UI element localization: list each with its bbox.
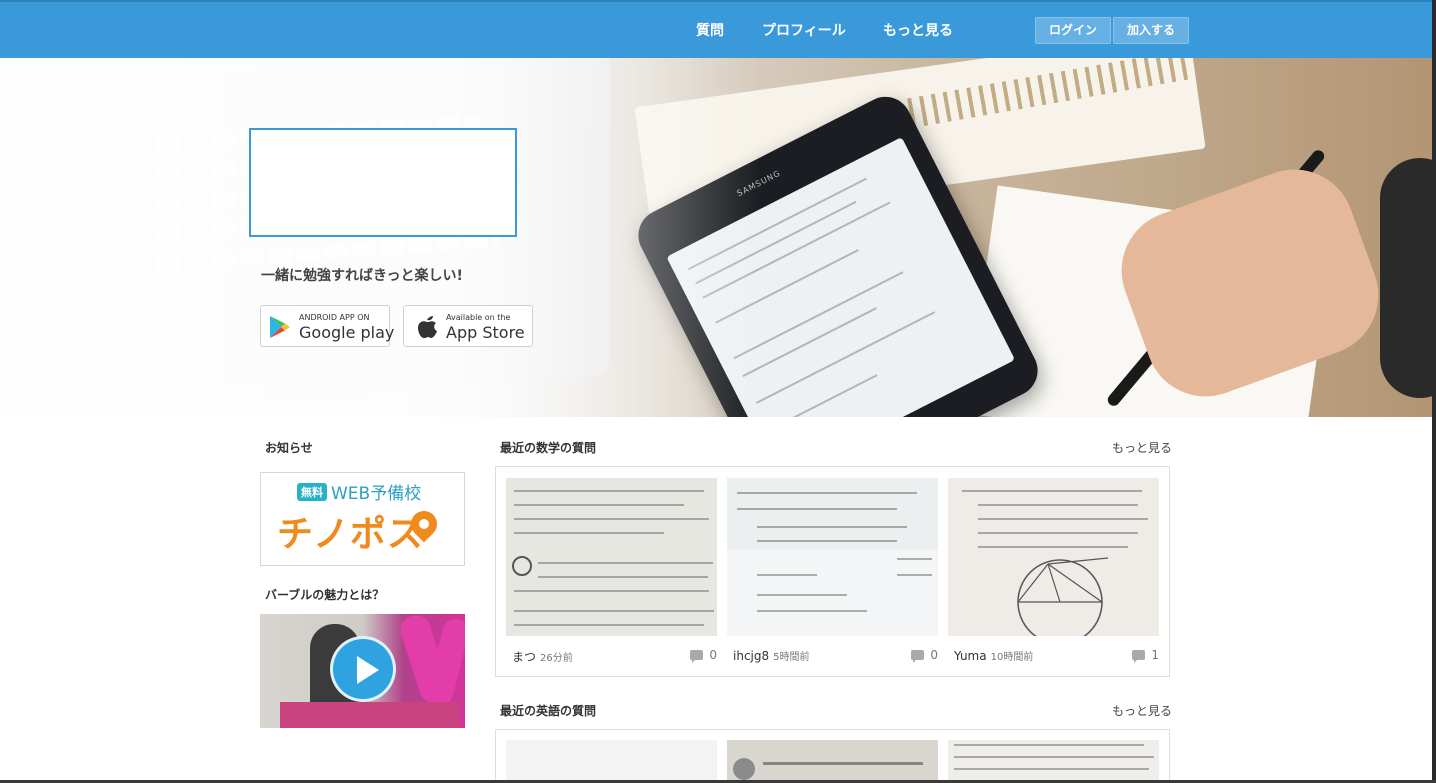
- play-icon[interactable]: [330, 636, 396, 702]
- question-time: 10時間前: [990, 652, 1034, 663]
- comment-icon: [911, 650, 925, 663]
- question-image[interactable]: [948, 478, 1159, 636]
- google-play-button[interactable]: ANDROID APP ON Google play: [260, 305, 394, 347]
- geometry-figure: [1017, 557, 1109, 636]
- hero-banner: SAMSUNG: [0, 58, 1436, 417]
- english-question-grid: [495, 729, 1170, 783]
- google-play-icon: [270, 316, 290, 338]
- question-author: Yuma 10時間前: [954, 649, 1034, 663]
- question-image[interactable]: [506, 740, 717, 783]
- google-play-small-text: ANDROID APP ON: [299, 313, 370, 322]
- question-author: まつ 26分前: [512, 650, 573, 664]
- answer-count[interactable]: 0: [911, 648, 938, 663]
- site-logo-placeholder: [249, 128, 517, 237]
- app-store-small-text: Available on the: [446, 313, 511, 322]
- question-image[interactable]: [727, 478, 938, 636]
- notice-title: お知らせ: [265, 441, 313, 455]
- login-button[interactable]: ログイン: [1035, 17, 1112, 44]
- window-edge: [1432, 0, 1436, 783]
- banner-main-text: チノポス: [277, 514, 424, 555]
- question-author: ihcjg8 5時間前: [733, 649, 810, 663]
- english-section-title: 最近の英語の質問: [500, 704, 597, 718]
- question-time: 5時間前: [773, 652, 810, 663]
- hero-fade-overlay: [0, 58, 760, 417]
- math-question-grid: まつ 26分前 0 ihcjg8 5時間前 0 Yuma 10時間前 1: [495, 466, 1170, 677]
- question-time: 26分前: [540, 653, 573, 664]
- chinopos-banner[interactable]: 無料 WEB予備校 チノポス: [260, 472, 465, 566]
- nav-profile[interactable]: プロフィール: [762, 20, 846, 40]
- banner-web-text: WEB予備校: [331, 484, 422, 504]
- question-image[interactable]: [506, 478, 717, 636]
- math-more-link[interactable]: もっと見る: [1112, 439, 1172, 456]
- promo-video-thumbnail[interactable]: [260, 614, 465, 728]
- comment-icon: [1132, 650, 1146, 663]
- nav-more[interactable]: もっと見る: [883, 20, 953, 40]
- answer-count[interactable]: 1: [1132, 648, 1159, 663]
- banner-free-badge: 無料: [297, 483, 327, 501]
- sleeve-image: [1380, 158, 1436, 398]
- app-store-button[interactable]: Available on the App Store: [403, 305, 533, 347]
- sofa-image: [280, 702, 460, 728]
- hero-tagline: 一緒に勉強すればきっと楽しい!: [261, 268, 463, 284]
- question-image[interactable]: [948, 740, 1159, 783]
- apple-icon: [418, 316, 437, 339]
- comment-icon: [690, 650, 704, 663]
- question-image[interactable]: [727, 740, 938, 783]
- math-section-title: 最近の数学の質問: [500, 441, 597, 455]
- answer-count[interactable]: 0: [690, 648, 717, 663]
- top-navbar: 質問 プロフィール もっと見る ログイン 加入する: [0, 0, 1436, 58]
- english-more-link[interactable]: もっと見る: [1112, 702, 1172, 719]
- google-play-big-text: Google play: [299, 323, 395, 342]
- app-store-big-text: App Store: [446, 323, 525, 342]
- nav-questions[interactable]: 質問: [696, 20, 724, 40]
- join-button[interactable]: 加入する: [1113, 17, 1190, 44]
- video-title: バーブルの魅力とは？: [265, 588, 385, 602]
